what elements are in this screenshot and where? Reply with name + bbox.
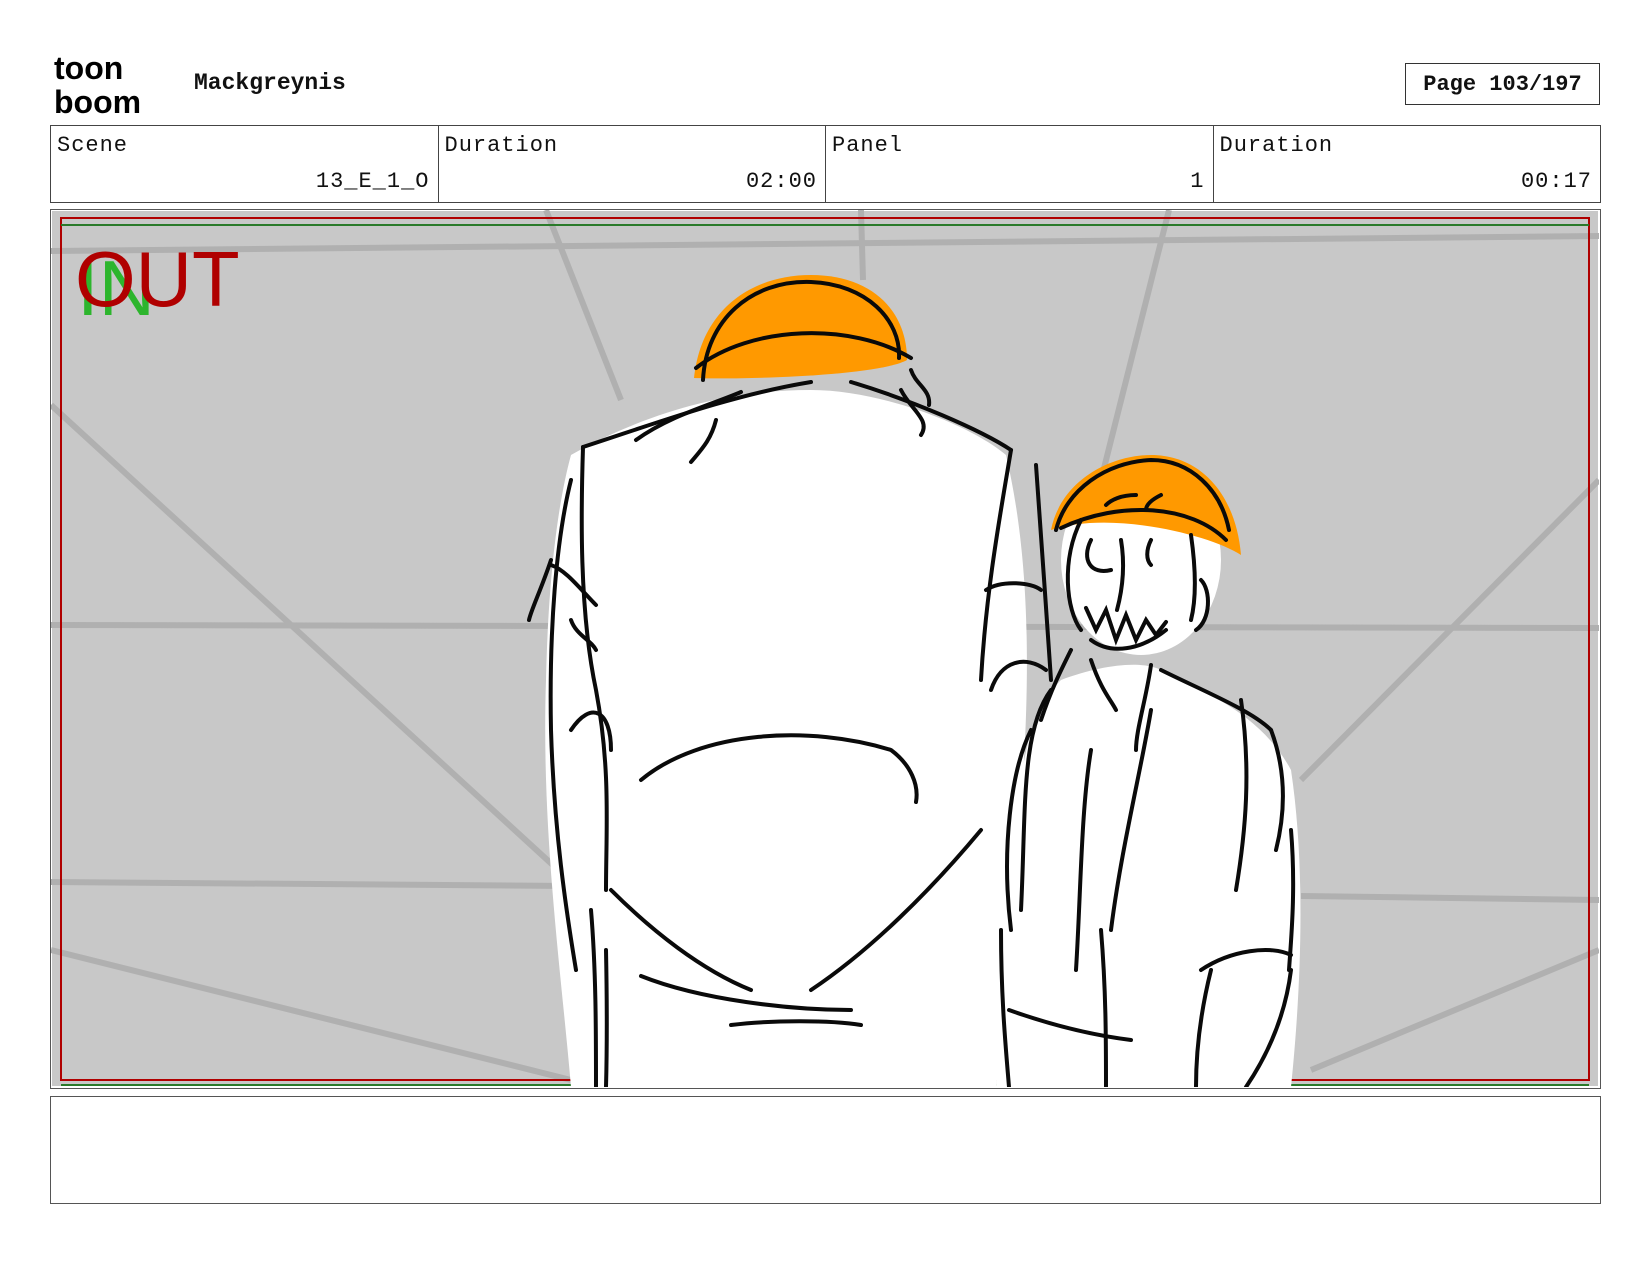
logo-text-top: toon: [54, 52, 123, 86]
scene-label: Scene: [57, 133, 129, 158]
panel-label: Panel: [832, 133, 904, 158]
project-title: Mackgreynis: [194, 70, 346, 96]
panel-cell: Panel 1: [826, 126, 1214, 202]
panel-notes-box: [50, 1096, 1601, 1204]
left-figure-body: [545, 390, 1027, 1087]
scene-cell: Scene 13_E_1_O: [51, 126, 439, 202]
panel-value: 1: [1190, 169, 1205, 194]
panel-duration-cell: Duration 00:17: [1214, 126, 1601, 202]
out-marker: OUT: [75, 235, 240, 323]
scene-value: 13_E_1_O: [315, 169, 430, 194]
storyboard-panel: IN OUT: [50, 209, 1601, 1089]
scene-duration-cell: Duration 02:00: [439, 126, 826, 202]
scene-duration-value: 02:00: [745, 169, 817, 194]
scene-info-table: Scene 13_E_1_O Duration 02:00 Panel 1 Du…: [50, 125, 1601, 203]
toon-boom-logo: toon boom: [54, 50, 172, 120]
scene-duration-label: Duration: [444, 133, 559, 158]
page-number: Page 103/197: [1405, 63, 1600, 105]
logo-text-bottom: boom: [54, 84, 141, 116]
panel-duration-value: 00:17: [1520, 169, 1592, 194]
panel-drawing: IN OUT: [51, 210, 1599, 1087]
panel-duration-label: Duration: [1219, 133, 1334, 158]
